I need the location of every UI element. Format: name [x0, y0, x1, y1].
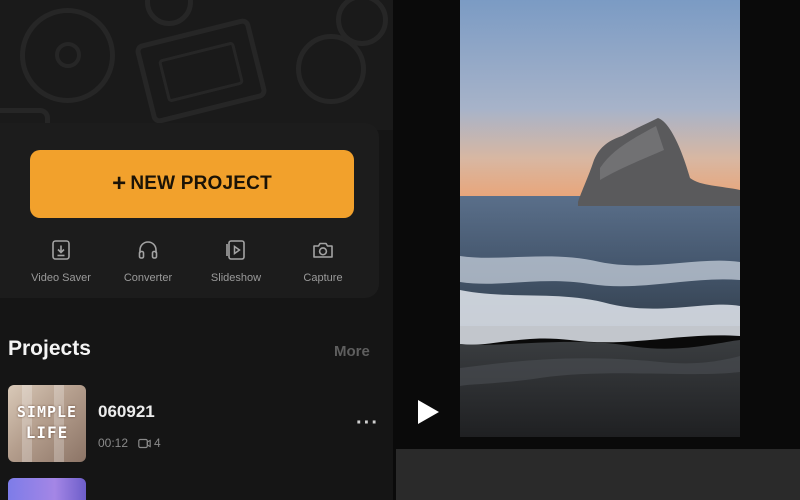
camera-icon — [313, 242, 333, 258]
slideshow-icon — [226, 240, 245, 260]
project-thumbnail[interactable]: SIMPLE LIFE — [8, 385, 86, 462]
tool-label: Capture — [303, 272, 343, 284]
tool-converter[interactable]: Converter — [108, 238, 188, 284]
project-clip-count: 4 — [154, 436, 161, 450]
project-clips: 4 — [138, 436, 161, 450]
project-name[interactable]: 060921 — [98, 402, 155, 422]
clip-icon — [138, 438, 151, 448]
tool-label: Slideshow — [210, 272, 262, 284]
video-frame-image — [460, 0, 740, 437]
thumbnail-text-line-1: SIMPLE — [16, 403, 78, 421]
timeline-bar[interactable] — [396, 449, 800, 500]
project-thumbnail[interactable] — [8, 478, 86, 500]
headphones-icon — [138, 241, 158, 259]
new-project-label: NEW PROJECT — [130, 173, 272, 194]
projects-heading: Projects — [8, 337, 91, 360]
project-more-icon[interactable]: ··· — [356, 413, 379, 433]
film-reel-hub-decoration — [55, 42, 81, 68]
video-preview[interactable] — [460, 0, 740, 437]
circle-decoration — [145, 0, 193, 26]
more-projects-link[interactable]: More — [334, 343, 370, 360]
new-project-button[interactable]: + NEW PROJECT — [30, 150, 354, 218]
circle-decoration — [336, 0, 388, 46]
thumbnail-text-line-2: LIFE — [25, 423, 69, 442]
project-meta: 00:12 4 — [98, 436, 161, 450]
plus-icon: + — [112, 170, 127, 197]
play-icon[interactable] — [415, 398, 441, 426]
tool-capture[interactable]: Capture — [283, 238, 363, 284]
video-saver-icon — [52, 240, 70, 260]
hero-background — [0, 0, 393, 130]
project-duration: 00:12 — [98, 436, 129, 450]
tool-label: Converter — [123, 272, 173, 284]
home-panel: + NEW PROJECT Video Saver Converter Slid… — [0, 0, 393, 500]
tool-slideshow[interactable]: Slideshow — [196, 238, 276, 284]
tool-label: Video Saver — [31, 272, 91, 284]
tool-video-saver[interactable]: Video Saver — [21, 238, 101, 284]
